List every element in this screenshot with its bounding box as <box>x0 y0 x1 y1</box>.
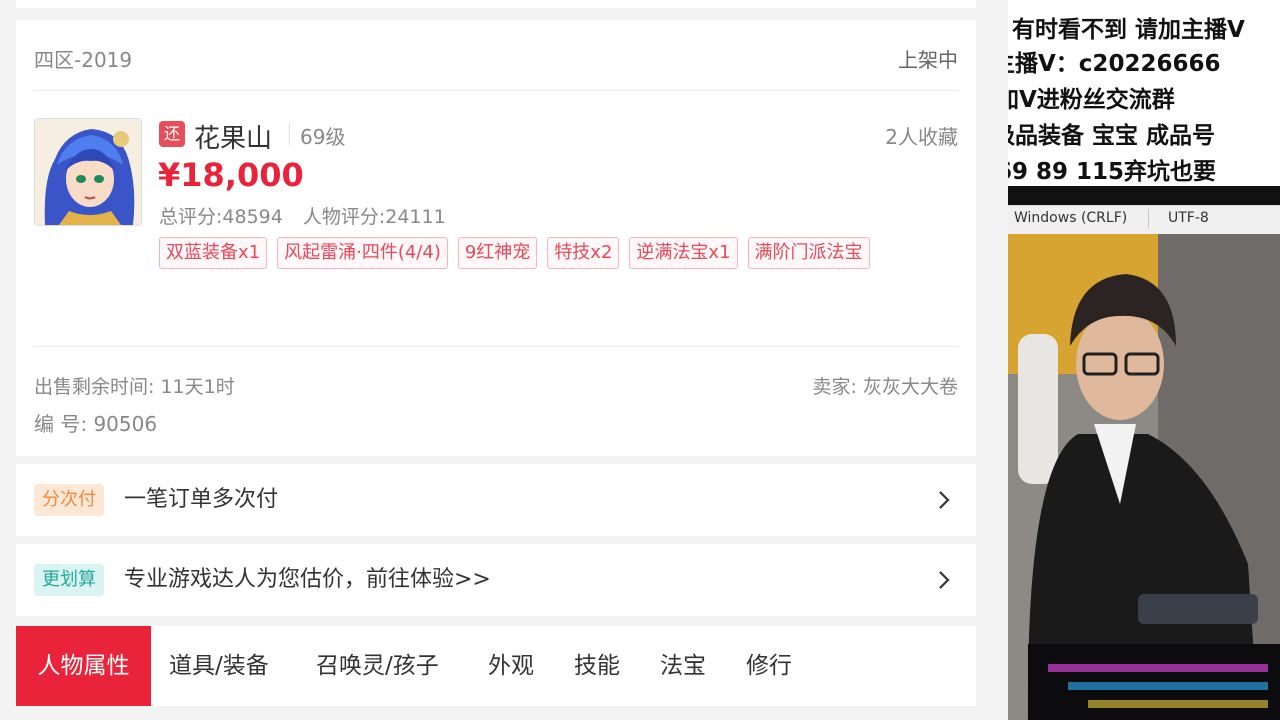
encoding[interactable]: UTF-8 <box>1168 210 1209 226</box>
detail-tabs: 人物属性 道具/装备 召唤灵/孩子 外观 技能 法宝 修行 <box>16 626 976 706</box>
scores: 总评分:48594 人物评分:24111 <box>159 202 446 229</box>
time-remaining: 出售剩余时间: 11天1时 <box>34 376 235 398</box>
tab-character-attributes[interactable]: 人物属性 <box>16 626 151 706</box>
character-level: 69级 <box>300 125 346 149</box>
installment-text: 一笔订单多次付 <box>124 487 279 512</box>
overlay-line: 有时看不到 请加主播V <box>1012 17 1245 43</box>
editor-status-bar: Windows (CRLF) UTF-8 <box>1008 205 1280 235</box>
streamer-overlay: 有时看不到 请加主播V 主播V：c20226666 加V进粉丝交流群 极品装备 … <box>1008 0 1280 186</box>
stream-panel: 有时看不到 请加主播V 主播V：c20226666 加V进粉丝交流群 极品装备 … <box>1008 0 1280 720</box>
divider <box>34 346 958 347</box>
divider <box>34 90 958 91</box>
installment-row[interactable]: 分次付 一笔订单多次付 <box>16 464 976 536</box>
tab-summons-children[interactable]: 召唤灵/孩子 <box>316 626 439 706</box>
character-score: 人物评分:24111 <box>302 206 446 228</box>
tab-cultivation[interactable]: 修行 <box>746 626 792 706</box>
webcam-video <box>1008 234 1280 720</box>
tab-items-equipment[interactable]: 道具/装备 <box>169 626 269 706</box>
tab-appearance[interactable]: 外观 <box>488 626 534 706</box>
feature-tag: 双蓝装备x1 <box>159 237 268 269</box>
appraisal-badge: 更划算 <box>34 564 104 596</box>
tab-treasures[interactable]: 法宝 <box>660 626 706 706</box>
overlay-line: 极品装备 宝宝 成品号 <box>1008 123 1216 149</box>
serial-number: 编 号: 90506 <box>34 412 158 436</box>
previous-card-edge <box>16 0 976 8</box>
total-score: 总评分:48594 <box>159 206 283 228</box>
seller-name[interactable]: 卖家: 灰灰大大卷 <box>813 372 958 399</box>
server-name: 四区-2019 <box>34 48 133 72</box>
feature-tag: 风起雷涌·四件(4/4) <box>277 237 448 269</box>
feature-tag: 满阶门派法宝 <box>747 237 870 269</box>
feature-tag: 9红神宠 <box>457 237 538 269</box>
appraisal-row[interactable]: 更划算 专业游戏达人为您估价，前往体验>> <box>16 544 976 616</box>
feature-tags: 双蓝装备x1 风起雷涌·四件(4/4) 9红神宠 特技x2 逆满法宝x1 满阶门… <box>159 237 879 269</box>
tab-skills[interactable]: 技能 <box>574 626 620 706</box>
name-level-separator <box>289 123 290 145</box>
character-avatar[interactable] <box>34 118 142 226</box>
overlay-line: 加V进粉丝交流群 <box>1008 87 1175 113</box>
line-ending[interactable]: Windows (CRLF) <box>1014 210 1127 226</box>
installment-badge: 分次付 <box>34 484 104 516</box>
listing-status: 上架中 <box>898 48 958 72</box>
feature-tag: 逆满法宝x1 <box>629 237 738 269</box>
trade-page: 四区-2019 上架中 还 花果山 69级 2人收藏 ¥18,000 总评分:4… <box>0 0 1008 720</box>
chevron-right-icon <box>939 571 950 589</box>
refund-badge: 还 <box>159 121 185 147</box>
chevron-right-icon <box>939 491 950 509</box>
price: ¥18,000 <box>158 156 304 194</box>
favorites-count[interactable]: 2人收藏 <box>885 121 958 150</box>
overlay-line: 69 89 115弃坑也要 <box>1008 159 1217 185</box>
status-separator <box>1148 209 1149 229</box>
overlay-line: 主播V：c20226666 <box>1008 51 1221 77</box>
appraisal-text: 专业游戏达人为您估价，前往体验>> <box>124 567 491 592</box>
listing-card[interactable]: 四区-2019 上架中 还 花果山 69级 2人收藏 ¥18,000 总评分:4… <box>16 20 976 456</box>
character-name[interactable]: 花果山 <box>194 118 272 155</box>
feature-tag: 特技x2 <box>547 237 620 269</box>
